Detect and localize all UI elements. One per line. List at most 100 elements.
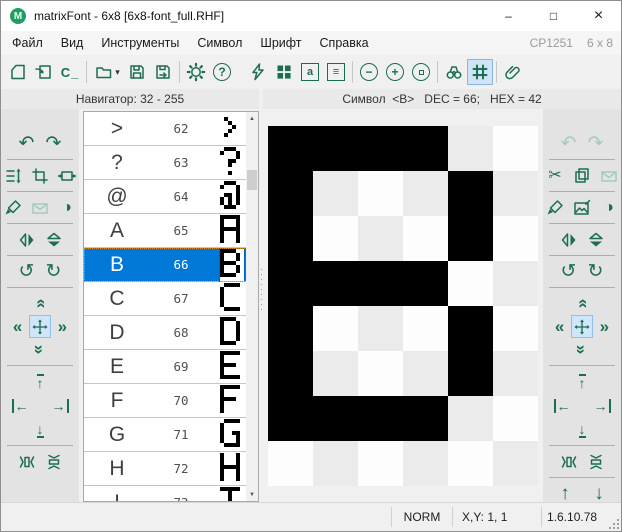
navigator-row[interactable]: C67 xyxy=(84,282,247,316)
invert-button[interactable]: ◑ xyxy=(55,197,79,218)
maximize-button[interactable]: □ xyxy=(531,1,576,31)
center-horizontal-button[interactable] xyxy=(557,451,581,472)
pixel-cell[interactable] xyxy=(313,261,358,306)
undo-button[interactable]: ↶ xyxy=(557,133,581,154)
shift-up-button[interactable]: » xyxy=(574,299,591,308)
navigator-row[interactable]: F70 xyxy=(84,384,247,418)
shift-left-button[interactable]: « xyxy=(550,316,569,337)
redo-button[interactable]: ↷ xyxy=(584,133,608,154)
save-button[interactable] xyxy=(124,59,150,85)
new-charset-button[interactable]: C_ xyxy=(57,59,83,85)
open-dropdown-icon[interactable]: ▾ xyxy=(115,67,120,78)
rotate-right-button[interactable]: ↻ xyxy=(584,261,608,282)
char-height-button[interactable] xyxy=(1,165,25,186)
import-font-button[interactable] xyxy=(31,59,57,85)
pixel-cell[interactable] xyxy=(313,216,358,261)
navigator-row[interactable]: H72 xyxy=(84,452,247,486)
splitter-handle[interactable] xyxy=(260,269,263,313)
navigator-row[interactable]: A65 xyxy=(84,214,247,248)
pixel-cell[interactable] xyxy=(268,441,313,486)
pixel-cell[interactable] xyxy=(448,171,493,216)
pixel-cell[interactable] xyxy=(448,261,493,306)
pixel-cell[interactable] xyxy=(403,396,448,441)
pixel-cell[interactable] xyxy=(268,396,313,441)
pixel-cell[interactable] xyxy=(493,441,538,486)
resize-grip[interactable] xyxy=(607,517,619,529)
flip-horizontal-button[interactable] xyxy=(557,229,581,250)
brush-button[interactable] xyxy=(1,197,25,218)
pixel-cell[interactable] xyxy=(268,216,313,261)
preview-text-button[interactable]: a xyxy=(297,59,323,85)
pixel-cell[interactable] xyxy=(313,126,358,171)
pixel-cell[interactable] xyxy=(268,126,313,171)
scroll-down-arrow[interactable]: ▼ xyxy=(246,488,258,501)
close-button[interactable]: × xyxy=(576,1,621,31)
navigator-row[interactable]: >62 xyxy=(84,112,247,146)
zoom-out-button[interactable]: − xyxy=(356,59,382,85)
pixel-cell[interactable] xyxy=(493,261,538,306)
pixel-cell[interactable] xyxy=(358,126,403,171)
attach-button[interactable] xyxy=(500,59,526,85)
pixel-cell[interactable] xyxy=(448,306,493,351)
zoom-fit-button[interactable] xyxy=(408,59,434,85)
snap-left-button[interactable]: ← xyxy=(554,399,571,413)
pixel-cell[interactable] xyxy=(358,306,403,351)
navigator-row[interactable]: ?63 xyxy=(84,146,247,180)
menu-view[interactable]: Вид xyxy=(52,31,93,55)
pixel-cell[interactable] xyxy=(448,396,493,441)
pixel-cell[interactable] xyxy=(313,306,358,351)
navigator-row[interactable]: G71 xyxy=(84,418,247,452)
pixel-cell[interactable] xyxy=(358,351,403,396)
pixel-cell[interactable] xyxy=(403,216,448,261)
grid-toggle-button[interactable] xyxy=(467,59,493,85)
center-horizontal-button[interactable] xyxy=(15,451,39,472)
snap-top-button[interactable]: ↑ xyxy=(579,374,586,390)
copy-button[interactable] xyxy=(570,165,594,186)
rotate-left-button[interactable]: ↺ xyxy=(557,261,581,282)
snap-right-button[interactable]: → xyxy=(594,399,611,413)
code-list-button[interactable]: ≡ xyxy=(323,59,349,85)
pixel-cell[interactable] xyxy=(403,306,448,351)
pixel-cell[interactable] xyxy=(403,441,448,486)
snap-left-button[interactable]: ← xyxy=(12,399,29,413)
pixel-cell[interactable] xyxy=(493,351,538,396)
open-button[interactable]: ▾ xyxy=(90,59,124,85)
pixel-cell[interactable] xyxy=(268,306,313,351)
paste-button[interactable] xyxy=(28,197,52,218)
pixel-cell[interactable] xyxy=(313,396,358,441)
snap-bottom-button[interactable]: ↓ xyxy=(37,422,44,438)
navigator-row[interactable]: E69 xyxy=(84,350,247,384)
rotate-left-button[interactable]: ↺ xyxy=(15,261,39,282)
prev-char-button[interactable]: ↑ xyxy=(553,483,577,504)
pixel-cell[interactable] xyxy=(493,396,538,441)
menu-tools[interactable]: Инструменты xyxy=(92,31,188,55)
pixel-cell[interactable] xyxy=(268,171,313,216)
pixel-cell[interactable] xyxy=(268,351,313,396)
snap-right-button[interactable]: → xyxy=(52,399,69,413)
navigator-row[interactable]: @64 xyxy=(84,180,247,214)
center-vertical-button[interactable] xyxy=(42,451,66,472)
cut-button[interactable]: ✂ xyxy=(543,165,567,186)
pixel-cell[interactable] xyxy=(493,126,538,171)
pixel-cell[interactable] xyxy=(313,171,358,216)
menu-font[interactable]: Шрифт xyxy=(251,31,310,55)
pixel-cell[interactable] xyxy=(448,441,493,486)
center-vertical-button[interactable] xyxy=(584,451,608,472)
shift-up-button[interactable]: » xyxy=(32,299,49,308)
paste-button[interactable] xyxy=(597,165,621,186)
pixel-cell[interactable] xyxy=(493,216,538,261)
snap-top-button[interactable]: ↑ xyxy=(37,374,44,390)
help-button[interactable]: ? xyxy=(209,59,235,85)
shift-down-button[interactable]: » xyxy=(32,345,49,354)
snap-bottom-button[interactable]: ↓ xyxy=(579,422,586,438)
optimize-button[interactable] xyxy=(245,59,271,85)
minimize-button[interactable]: – xyxy=(486,1,531,31)
pixel-cell[interactable] xyxy=(358,171,403,216)
pixel-cell[interactable] xyxy=(448,126,493,171)
pixel-cell[interactable] xyxy=(403,351,448,396)
scroll-up-arrow[interactable]: ▲ xyxy=(246,112,258,125)
pixel-cell[interactable] xyxy=(268,261,313,306)
pixel-cell[interactable] xyxy=(358,396,403,441)
menu-symbol[interactable]: Символ xyxy=(188,31,251,55)
scroll-thumb[interactable] xyxy=(247,170,257,190)
